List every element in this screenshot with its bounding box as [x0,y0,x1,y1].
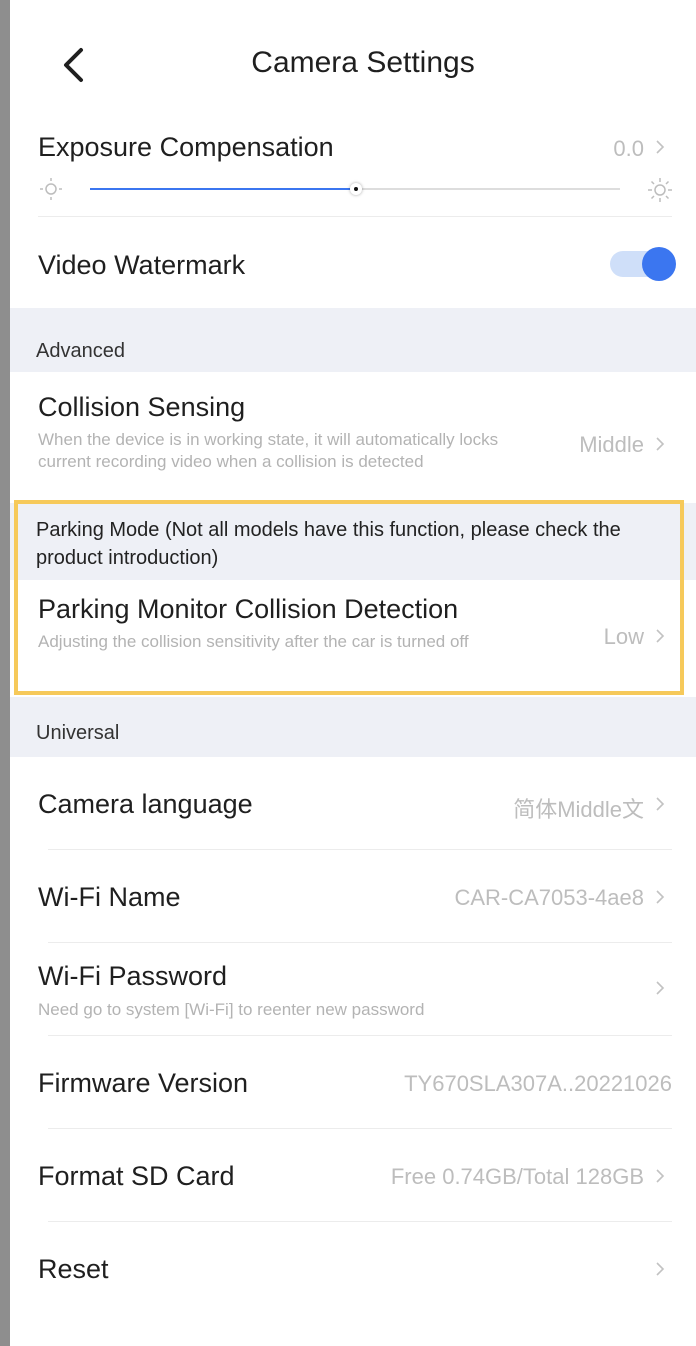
parking-collision-detection-desc: Adjusting the collision sensitivity afte… [38,632,469,651]
chevron-right-icon [656,140,665,154]
exposure-slider-thumb[interactable] [350,183,362,195]
header: Camera Settings [10,0,696,120]
left-edge-bar [0,0,10,1346]
format-sd-card-label: Format SD Card [38,1161,235,1191]
brightness-high-icon [648,178,672,202]
firmware-version-label: Firmware Version [38,1068,249,1098]
camera-language-value: 简体Middle文 [513,797,644,822]
camera-language-label: Camera language [38,789,253,819]
format-sd-card-value: Free 0.74GB/Total 128GB [390,1164,644,1189]
collision-sensing-row[interactable]: Collision Sensing When the device is in … [10,372,696,500]
section-parking-mode: Parking Mode (Not all models have this f… [10,503,696,580]
wifi-name-label: Wi-Fi Name [38,882,181,912]
page-title: Camera Settings [251,46,475,79]
section-universal: Universal [10,697,696,757]
wifi-password-row[interactable]: Wi-Fi Password Need go to system [Wi-Fi]… [10,943,696,1036]
chevron-right-icon [656,1262,665,1276]
chevron-right-icon [656,981,665,995]
exposure-slider-track [360,188,620,190]
video-watermark-row: Video Watermark [10,218,696,308]
reset-row[interactable]: Reset [10,1222,696,1315]
parking-collision-detection-row[interactable]: Parking Monitor Collision Detection Adju… [10,580,696,692]
camera-language-row[interactable]: Camera language 简体Middle文 [10,757,696,850]
wifi-name-value: CAR-CA7053-4ae8 [454,885,644,910]
section-advanced: Advanced [10,308,696,372]
format-sd-card-row[interactable]: Format SD Card Free 0.74GB/Total 128GB [10,1129,696,1222]
wifi-name-row[interactable]: Wi-Fi Name CAR-CA7053-4ae8 [10,850,696,943]
section-advanced-label: Advanced [36,340,125,362]
exposure-slider-fill [90,188,352,190]
chevron-right-icon [656,797,665,811]
chevron-right-icon [656,1169,665,1183]
section-parking-mode-label: Parking Mode (Not all models have this f… [36,519,621,569]
video-watermark-toggle-knob[interactable] [642,247,676,281]
firmware-version-row: Firmware Version TY670SLA307A..20221026 [10,1036,696,1129]
collision-sensing-desc: When the device is in working state, it … [38,430,499,471]
chevron-right-icon [656,629,665,643]
brightness-low-icon [40,178,62,200]
section-universal-label: Universal [36,722,120,744]
firmware-version-value: TY670SLA307A..20221026 [404,1071,672,1096]
collision-sensing-value: Middle [579,432,644,457]
exposure-value: 0.0 [613,136,644,161]
exposure-label: Exposure Compensation [38,132,334,162]
wifi-password-desc: Need go to system [Wi-Fi] to reenter new… [38,1000,425,1019]
video-watermark-label: Video Watermark [38,250,246,280]
chevron-right-icon [656,437,665,451]
divider [38,216,672,217]
chevron-right-icon [656,890,665,904]
parking-collision-detection-label: Parking Monitor Collision Detection [38,594,459,624]
wifi-password-label: Wi-Fi Password [38,961,228,991]
reset-label: Reset [38,1254,109,1284]
collision-sensing-label: Collision Sensing [38,392,246,422]
exposure-compensation-row[interactable]: Exposure Compensation 0.0 [10,120,696,218]
parking-collision-detection-value: Low [603,624,644,649]
